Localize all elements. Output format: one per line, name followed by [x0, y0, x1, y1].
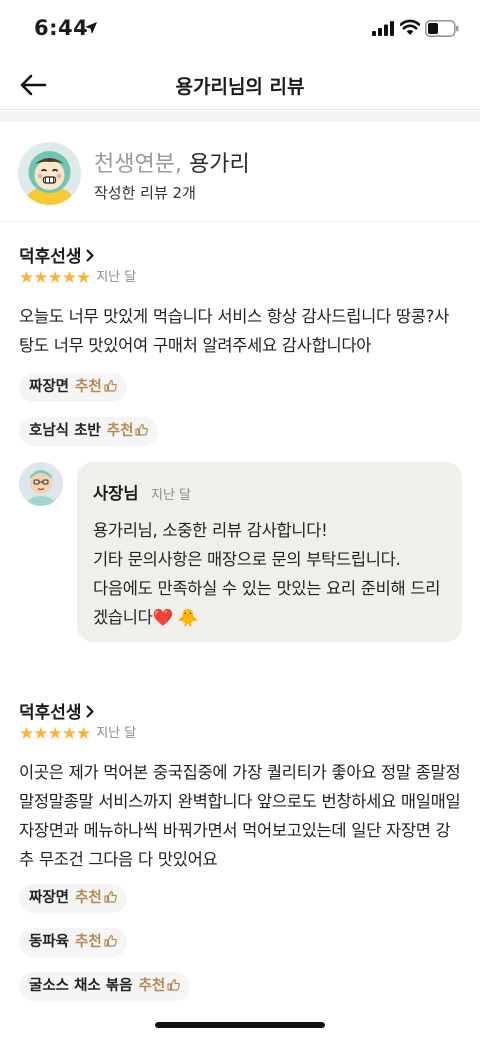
owner-reply: 사장님 지난 달 용가리님, 소중한 리뷰 감사합니다! 기타 문의사항은 매장… [77, 462, 462, 642]
thumbs-up-icon [104, 890, 117, 903]
recommend-label: 추천 [106, 423, 134, 439]
owner-avatar [19, 462, 63, 506]
nav-bar: 용가리님의 리뷰 [0, 60, 480, 110]
menu-name: 굴소스 채소 볶음 [29, 978, 133, 994]
heart-emoji: ❤️ [152, 608, 174, 627]
menu-chip[interactable]: 동파육 추천 [19, 928, 127, 957]
owner-character-icon [19, 462, 63, 506]
recommend-label: 추천 [75, 934, 102, 950]
reviewer-name: 천생연분, 용가리 [94, 146, 250, 178]
menu-name: 호남식 초반 [29, 423, 101, 439]
reviewer-grade: 천생연분, [94, 152, 182, 177]
thumbs-up-icon [104, 379, 117, 392]
star-rating: ★★★★★ 지난 달 [19, 266, 137, 288]
recommend-label: 추천 [138, 978, 166, 994]
star-icons: ★★★★★ [19, 724, 91, 744]
menu-name: 짜장면 [29, 379, 70, 395]
home-indicator[interactable] [155, 1022, 325, 1028]
reply-line: 용가리님, 소중한 리뷰 감사합니다! [93, 521, 328, 540]
status-time: 6:44 [34, 16, 89, 40]
thumbs-up-icon [167, 978, 181, 991]
reply-text: 용가리님, 소중한 리뷰 감사합니다! 기타 문의사항은 매장으로 문의 부탁드… [93, 516, 453, 632]
reply-date: 지난 달 [151, 488, 192, 503]
menu-chip[interactable]: 짜장면 추천 [19, 373, 127, 402]
review-date: 지난 달 [96, 726, 137, 741]
reviewer-nickname: 용가리 [188, 152, 250, 177]
battery-icon [425, 20, 459, 37]
menu-name: 동파육 [29, 934, 70, 950]
page-title: 용가리님의 리뷰 [175, 76, 305, 98]
dragon-avatar-icon [18, 142, 81, 205]
recommend-label: 추천 [75, 890, 102, 906]
review-count: 작성한 리뷰 2개 [94, 184, 196, 202]
menu-chip[interactable]: 호남식 초반 추천 [19, 417, 159, 446]
chevron-right-icon [86, 249, 94, 262]
store-name: 덕후선생 [19, 703, 82, 723]
store-name: 덕후선생 [19, 247, 82, 267]
menu-name: 짜장면 [29, 890, 70, 906]
review-card: 덕후선생 ★★★★★ 지난 달 이곳은 제가 먹어본 중국집중에 가장 퀄리티가 … [0, 698, 480, 1018]
reply-line: 기타 문의사항은 매장으로 문의 부탁드립니다. [93, 550, 401, 569]
review-text: 이곳은 제가 먹어본 중국집중에 가장 퀄리티가 좋아요 정말 종말정말정말종말… [19, 763, 461, 869]
menu-chip[interactable]: 굴소스 채소 볶음 추천 [19, 972, 191, 1001]
store-link[interactable]: 덕후선생 [19, 698, 94, 723]
location-arrow-icon [85, 22, 97, 34]
review-text: 오늘도 너무 맛있게 먹습니다 서비스 항상 감사드립니다 땅콩?사탕도 너무 … [19, 307, 449, 355]
menu-chip[interactable]: 짜장면 추천 [19, 884, 127, 913]
chevron-right-icon [86, 705, 94, 718]
review-card: 덕후선생 ★★★★★ 지난 달 오늘도 너무 맛있게 먹습니다 서비스 항상 감사… [0, 242, 480, 662]
star-rating: ★★★★★ 지난 달 [19, 722, 137, 744]
signal-icon [372, 21, 394, 36]
reviewer-profile: 천생연분, 용가리 작성한 리뷰 2개 [0, 122, 480, 222]
reply-line-text: 다음에도 만족하실 수 있는 맛있는 요리 준비해 드리겠습니다 [93, 579, 441, 627]
thumbs-up-icon [104, 934, 117, 947]
owner-name: 사장님 [93, 484, 139, 503]
reviewer-avatar[interactable] [18, 142, 81, 205]
thumbs-up-icon [135, 423, 149, 436]
wifi-icon [400, 19, 420, 35]
store-link[interactable]: 덕후선생 [19, 242, 94, 267]
review-date: 지난 달 [96, 270, 137, 285]
section-divider [0, 111, 480, 122]
chick-emoji: 🐥 [177, 608, 199, 627]
recommend-label: 추천 [75, 379, 102, 395]
star-icons: ★★★★★ [19, 268, 91, 288]
status-bar: 6:44 [0, 0, 480, 60]
reply-line: 다음에도 만족하실 수 있는 맛있는 요리 준비해 드리겠습니다❤️ 🐥 [93, 574, 453, 632]
